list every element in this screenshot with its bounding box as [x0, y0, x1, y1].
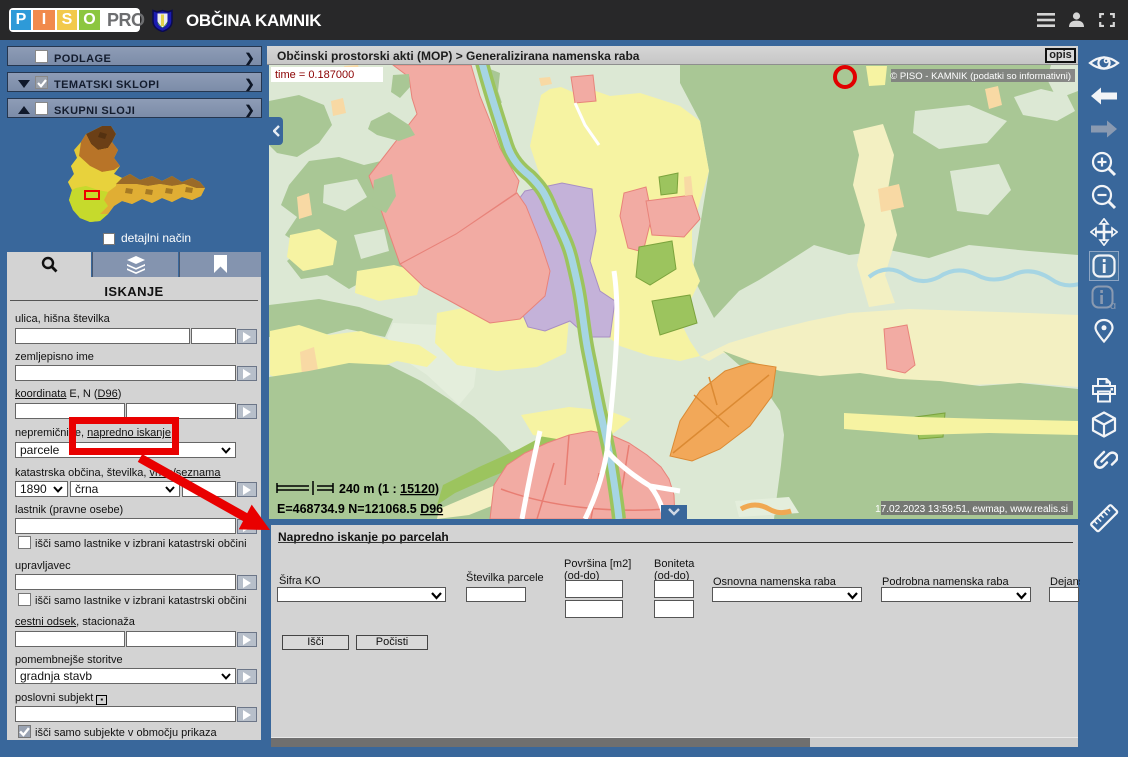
- svg-text:240 m (1 : 15120): 240 m (1 : 15120): [339, 482, 439, 496]
- svg-text:g: g: [1110, 300, 1116, 309]
- svg-text:© PISO - KAMNIK (podatki so in: © PISO - KAMNIK (podatki so informativni…: [890, 71, 1071, 82]
- svg-text:17.02.2023 13:59:51, ewmap, ww: 17.02.2023 13:59:51, ewmap, www.realis.s…: [875, 504, 1068, 515]
- svg-text:time = 0.187000: time = 0.187000: [275, 69, 354, 81]
- svg-text:E=468734.9 N=121068.5 D96: E=468734.9 N=121068.5 D96: [277, 502, 443, 516]
